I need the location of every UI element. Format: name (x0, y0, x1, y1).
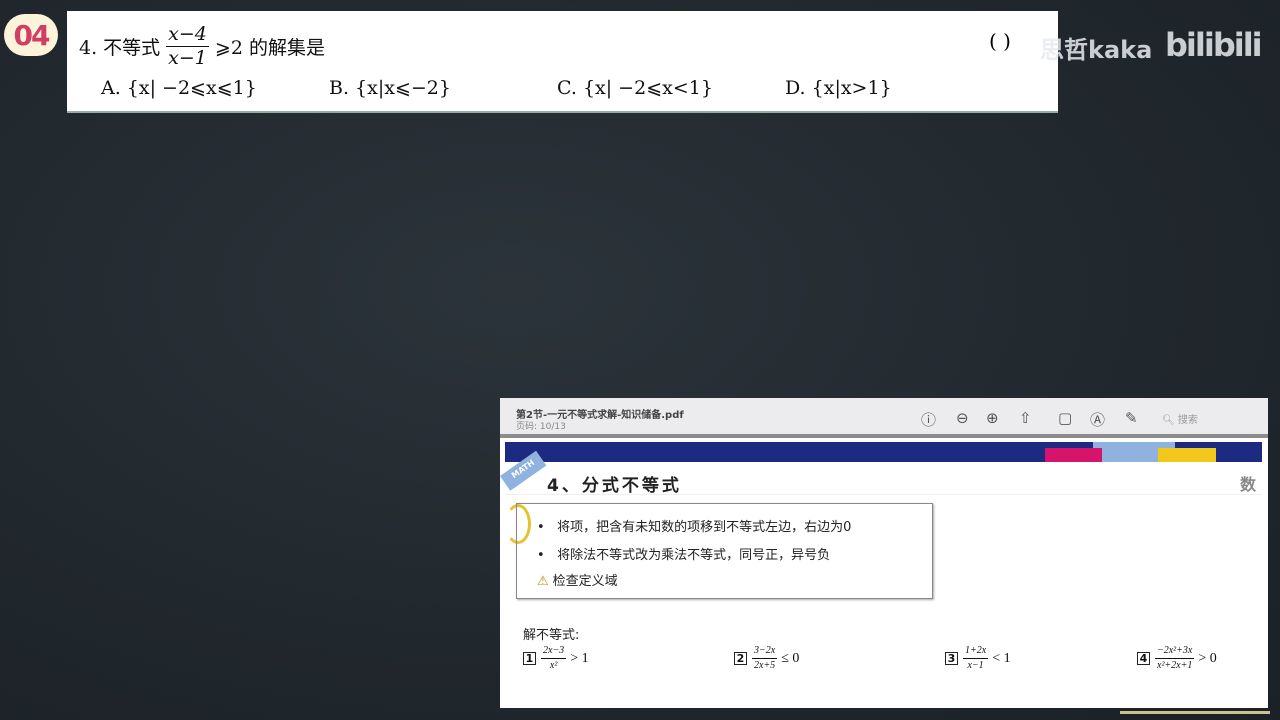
option-c: C. {x| −2⩽x<1} (557, 77, 713, 99)
markup-icon[interactable]: Ⓐ (1090, 409, 1105, 430)
warning-icon: ⚠ (537, 574, 549, 589)
fraction-denominator: x−1 (168, 47, 207, 69)
question-prefix: 4. 不等式 (79, 37, 161, 59)
lightblue-block-2 (1102, 448, 1158, 462)
exercise-number: 3 (945, 652, 958, 665)
page-indicator: 页码: 10/13 (516, 422, 566, 432)
relation: > 0 (1198, 650, 1217, 666)
divider (505, 494, 1262, 495)
underline-mark (1120, 711, 1270, 714)
tip-text: 检查定义域 (552, 574, 618, 589)
tip-item: • 将除法不等式改为乘法不等式，同号正，异号负 (537, 548, 831, 563)
numerator: 3−2x (752, 646, 778, 659)
yellow-block (1158, 448, 1216, 462)
numerator: −2x²+3x (1155, 646, 1195, 659)
pdf-toolbar: 第2节-一元不等式求解-知识储备.pdf 页码: 10/13 ⓘ ⊖ ⊕ ⇧ ▢… (500, 398, 1268, 438)
bilibili-logo: bilibili (1165, 26, 1263, 64)
tip-text: 将项，把含有未知数的项移到不等式左边，右边为0 (557, 520, 852, 535)
tip-item: • 将项，把含有未知数的项移到不等式左边，右边为0 (537, 520, 852, 535)
tip-item: ⚠ 检查定义域 (537, 570, 618, 589)
question-fraction: x−4 x−1 (166, 25, 209, 68)
exercise-1: 1 2x−3 x² > 1 (523, 646, 589, 671)
rotate-icon[interactable]: ▢ (1058, 409, 1072, 427)
numerator: 1+2x (963, 646, 989, 659)
pdf-viewer: 第2节-一元不等式求解-知识储备.pdf 页码: 10/13 ⓘ ⊖ ⊕ ⇧ ▢… (500, 398, 1268, 708)
exercise-4: 4 −2x²+3x x²+2x+1 > 0 (1137, 646, 1217, 671)
search-placeholder: 搜索 (1177, 415, 1198, 426)
solve-label: 解不等式: (523, 628, 580, 643)
side-label: 数 (1240, 475, 1257, 494)
annotate-icon[interactable]: ✎ (1125, 409, 1138, 427)
question-text: 4. 不等式 x−4 x−1 ⩾2 的解集是 (79, 25, 325, 68)
relation: > 1 (570, 650, 589, 666)
zoom-out-icon[interactable]: ⊖ (956, 409, 969, 427)
denominator: x² (549, 660, 558, 671)
option-a: A. {x| −2⩽x⩽1} (101, 77, 257, 99)
info-icon[interactable]: ⓘ (921, 409, 936, 430)
exercise-number: 2 (734, 652, 747, 665)
search-field[interactable]: 🔍︎ 搜索 (1162, 411, 1198, 426)
section-heading: 4、分式不等式 (547, 476, 682, 496)
option-d: D. {x|x>1} (785, 77, 892, 99)
author-watermark: 思哲kaka (1040, 36, 1153, 64)
exercise-3: 3 1+2x x−1 < 1 (945, 646, 1011, 671)
fraction-numerator: x−4 (166, 23, 209, 47)
tip-text: 将除法不等式改为乘法不等式，同号正，异号负 (557, 548, 831, 563)
numerator: 2x−3 (541, 646, 567, 659)
relation: < 1 (992, 650, 1011, 666)
pink-block (1045, 448, 1102, 462)
tips-box: • 将项，把含有未知数的项移到不等式左边，右边为0 • 将除法不等式改为乘法不等… (516, 503, 933, 599)
denominator: x−1 (967, 660, 984, 671)
question-panel: 4. 不等式 x−4 x−1 ⩾2 的解集是 ( ) A. {x| −2⩽x⩽1}… (67, 11, 1058, 113)
question-number-badge: 04 (4, 14, 58, 56)
option-b: B. {x|x⩽−2} (329, 77, 451, 99)
answer-blank: ( ) (989, 29, 1011, 53)
denominator: x²+2x+1 (1157, 660, 1193, 671)
question-suffix: ⩾2 的解集是 (214, 37, 325, 59)
zoom-in-icon[interactable]: ⊕ (986, 409, 999, 427)
exercise-number: 4 (1137, 652, 1150, 665)
exercise-2: 2 3−2x 2x+5 ≤ 0 (734, 646, 799, 671)
denominator: 2x+5 (754, 660, 776, 671)
relation: ≤ 0 (781, 650, 800, 666)
share-icon[interactable]: ⇧ (1019, 409, 1032, 427)
exercise-number: 1 (523, 652, 536, 665)
